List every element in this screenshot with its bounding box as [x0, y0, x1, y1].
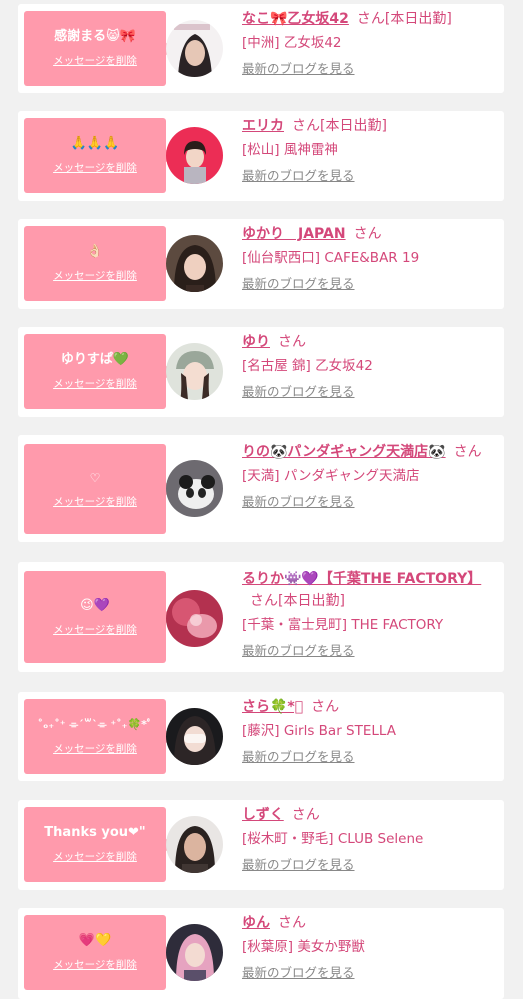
- message-bubble: ゆりすぱ💚 メッセージを削除: [24, 334, 174, 409]
- honorific: さん: [356, 11, 385, 27]
- message-text: 👌🏻: [86, 244, 104, 259]
- delete-message-button[interactable]: メッセージを削除: [53, 741, 137, 756]
- honorific: さん: [278, 915, 306, 931]
- shop-label: [松山] 風神雷神: [242, 142, 338, 158]
- message-text: ♡: [89, 470, 101, 485]
- delete-message-button[interactable]: メッセージを削除: [53, 957, 137, 972]
- delete-message-button[interactable]: メッセージを削除: [53, 53, 137, 68]
- message-text: ゆりすぱ💚: [60, 352, 130, 367]
- honorific: さん: [311, 699, 340, 715]
- cast-name-link[interactable]: るりか👾💜【千葉THE FACTORY】: [242, 571, 481, 587]
- delete-message-button[interactable]: メッセージを削除: [53, 494, 137, 509]
- list-item: ゆりすぱ💚 メッセージを削除 ゆり さん [名古屋 錦] 乙女坂42 最新のブログ…: [18, 327, 504, 417]
- message-bubble: 👌🏻 メッセージを削除: [24, 226, 174, 301]
- message-bubble: ♡ メッセージを削除: [24, 444, 174, 534]
- shift-badge: [本日出勤]: [278, 593, 345, 609]
- latest-blog-link[interactable]: 最新のブログを見る: [242, 964, 355, 982]
- message-bubble: 😉💜 メッセージを削除: [24, 571, 174, 663]
- delete-message-button[interactable]: メッセージを削除: [53, 376, 137, 391]
- shop-label: [藤沢] Girls Bar STELLA: [242, 723, 396, 739]
- cast-name-link[interactable]: さら🍀*ﾟ: [242, 699, 303, 715]
- message-bubble: 感謝まる😸🎀 メッセージを削除: [24, 11, 174, 86]
- shop-label: [桜木町・野毛] CLUB Selene: [242, 831, 424, 847]
- honorific: さん: [353, 226, 382, 242]
- shift-badge: [本日出勤]: [384, 11, 452, 27]
- delete-message-button[interactable]: メッセージを削除: [53, 622, 137, 637]
- avatar[interactable]: [166, 343, 223, 400]
- cast-name-link[interactable]: ゆん: [242, 915, 270, 931]
- latest-blog-link[interactable]: 最新のブログを見る: [242, 642, 355, 660]
- message-text: 😉💜: [80, 597, 110, 613]
- delete-message-button[interactable]: メッセージを削除: [53, 268, 137, 283]
- latest-blog-link[interactable]: 最新のブログを見る: [242, 60, 355, 78]
- list-item: 💗💛 メッセージを削除 ゆん さん [秋葉原] 美女か野獣 最新のブログを見る: [18, 908, 504, 999]
- shop-label: [仙台駅西口] CAFE&BAR 19: [242, 250, 420, 266]
- honorific: さん: [250, 593, 278, 609]
- avatar[interactable]: [166, 590, 223, 647]
- shop-label: [秋葉原] 美女か野獣: [242, 939, 365, 955]
- list-item: 😉💜 メッセージを削除 るりか👾💜【千葉THE FACTORY】さん[本日出勤]…: [18, 562, 504, 672]
- latest-blog-link[interactable]: 最新のブログを見る: [242, 856, 355, 874]
- avatar[interactable]: [166, 816, 223, 873]
- honorific: さん: [453, 444, 482, 460]
- list-item: 👌🏻 メッセージを削除 ゆかり JAPAN さん [仙台駅西口] CAFE&BAR…: [18, 219, 504, 309]
- latest-blog-link[interactable]: 最新のブログを見る: [242, 748, 355, 766]
- list-item: 感謝まる😸🎀 メッセージを削除 なこ🎀乙女坂42 さん[本日出勤] [中洲] 乙女…: [18, 4, 504, 93]
- shop-label: [名古屋 錦] 乙女坂42: [242, 358, 373, 374]
- list-item: 🙏🙏🙏 メッセージを削除 エリカ さん[本日出勤] [松山] 風神雷神 最新のブロ…: [18, 111, 504, 201]
- avatar[interactable]: [166, 924, 223, 981]
- list-item: ˚ₒ₊˚⁺ ⌯´꒳`⌯ ⁺˚₊🍀*ﾟ メッセージを削除 さら🍀*ﾟ さん [藤沢]…: [18, 692, 504, 781]
- latest-blog-link[interactable]: 最新のブログを見る: [242, 383, 355, 401]
- shop-label: [中洲] 乙女坂42: [242, 35, 342, 51]
- avatar[interactable]: [166, 460, 223, 517]
- delete-message-button[interactable]: メッセージを削除: [53, 849, 137, 864]
- cast-name-link[interactable]: ゆかり JAPAN: [242, 226, 346, 242]
- delete-message-button[interactable]: メッセージを削除: [53, 160, 137, 175]
- latest-blog-link[interactable]: 最新のブログを見る: [242, 167, 355, 185]
- cast-name-link[interactable]: りの🐼パンダギャング天満店🐼: [242, 444, 446, 460]
- avatar[interactable]: [166, 708, 223, 765]
- cast-name-link[interactable]: なこ🎀乙女坂42: [242, 11, 349, 27]
- message-bubble: ˚ₒ₊˚⁺ ⌯´꒳`⌯ ⁺˚₊🍀*ﾟ メッセージを削除: [24, 699, 174, 774]
- latest-blog-link[interactable]: 最新のブログを見る: [242, 493, 355, 511]
- list-item: ♡ メッセージを削除 りの🐼パンダギャング天満店🐼 さん [天満] パンダギャング…: [18, 435, 504, 542]
- shift-badge: [本日出勤]: [320, 118, 387, 134]
- avatar[interactable]: [166, 127, 223, 184]
- message-bubble: 🙏🙏🙏 メッセージを削除: [24, 118, 174, 193]
- message-bubble: 💗💛 メッセージを削除: [24, 915, 174, 990]
- cast-name-link[interactable]: ゆり: [242, 334, 270, 350]
- message-text: Thanks you❤︎": [44, 825, 146, 840]
- shop-label: [千葉・富士見町] THE FACTORY: [242, 617, 444, 633]
- message-text: 感謝まる😸🎀: [54, 29, 136, 44]
- shop-label: [天満] パンダギャング天満店: [242, 468, 420, 484]
- cast-name-link[interactable]: しずく: [242, 807, 284, 823]
- honorific: さん: [292, 118, 320, 134]
- message-text: 💗💛: [78, 933, 112, 948]
- honorific: さん: [278, 334, 306, 350]
- message-text: 🙏🙏🙏: [70, 136, 120, 151]
- avatar[interactable]: [166, 235, 223, 292]
- message-text: ˚ₒ₊˚⁺ ⌯´꒳`⌯ ⁺˚₊🍀*ﾟ: [37, 718, 153, 731]
- list-item: Thanks you❤︎" メッセージを削除 しずく さん [桜木町・野毛] CL…: [18, 800, 504, 890]
- honorific: さん: [291, 807, 320, 823]
- cast-name-link[interactable]: エリカ: [242, 118, 284, 134]
- latest-blog-link[interactable]: 最新のブログを見る: [242, 275, 355, 293]
- message-bubble: Thanks you❤︎" メッセージを削除: [24, 807, 174, 882]
- avatar[interactable]: [166, 20, 223, 77]
